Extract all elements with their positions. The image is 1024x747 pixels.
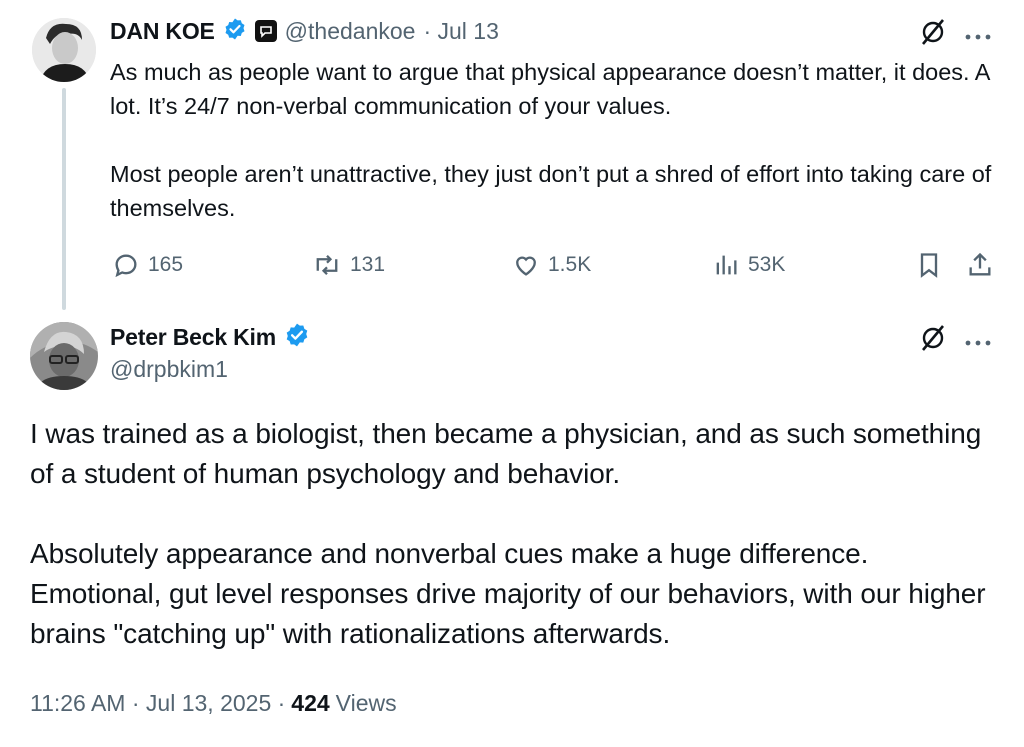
- tweet2-view-count: 424: [291, 690, 330, 716]
- tweet2-paragraph-2: Absolutely appearance and nonverbal cues…: [30, 538, 986, 649]
- thread-connector-line: [62, 88, 66, 310]
- views-icon: [716, 255, 737, 275]
- tweet2-author-name[interactable]: Peter Beck Kim: [110, 324, 276, 351]
- tweet1-text: As much as people want to argue that phy…: [110, 55, 1000, 225]
- dankoe-avatar[interactable]: [32, 18, 96, 82]
- tweet1-handle[interactable]: @thedankoe: [285, 18, 416, 45]
- verified-badge-icon: [223, 17, 247, 46]
- repost-icon: [316, 254, 338, 276]
- more-icon[interactable]: [962, 334, 994, 346]
- repost-button[interactable]: 131: [312, 250, 385, 280]
- tweet2-text: I was trained as a biologist, then becam…: [30, 414, 990, 654]
- tweet2-header: Peter Beck Kim: [110, 320, 310, 354]
- tweet1-author-name[interactable]: DAN KOE: [110, 18, 215, 45]
- like-button[interactable]: 1.5K: [512, 250, 591, 280]
- views-button[interactable]: 53K: [712, 250, 785, 280]
- affiliate-badge-icon[interactable]: [254, 20, 277, 42]
- peterbeckkim-avatar[interactable]: [30, 322, 98, 390]
- bookmark-icon[interactable]: [915, 251, 943, 279]
- share-icon[interactable]: [966, 251, 994, 279]
- tweet1-paragraph-1: As much as people want to argue that phy…: [110, 59, 990, 119]
- tweet2-footer: 11:26 AM · Jul 13, 2025 · 424 Views: [30, 690, 397, 717]
- tweet1-header: DAN KOE @thedankoe · Jul 13: [110, 14, 499, 48]
- verified-badge-icon: [284, 322, 310, 353]
- grok-icon[interactable]: [918, 323, 948, 353]
- reply-count: 165: [148, 253, 184, 276]
- reply-button[interactable]: 165: [112, 250, 183, 280]
- tweet2-paragraph-1: I was trained as a biologist, then becam…: [30, 418, 982, 489]
- tweet2-views-label: Views: [335, 690, 397, 716]
- tweet2-timestamp[interactable]: 11:26 AM · Jul 13, 2025 ·: [30, 690, 285, 717]
- repost-count: 131: [350, 253, 386, 276]
- like-count: 1.5K: [548, 253, 592, 276]
- tweet1-paragraph-2: Most people aren’t unattractive, they ju…: [110, 161, 992, 221]
- reply-icon: [115, 254, 137, 278]
- grok-icon[interactable]: [918, 17, 948, 47]
- more-icon[interactable]: [962, 28, 994, 40]
- tweet2-handle[interactable]: @drpbkim1: [110, 356, 228, 383]
- tweet1-date[interactable]: · Jul 13: [423, 18, 498, 45]
- views-count: 53K: [748, 253, 786, 276]
- like-icon: [516, 256, 536, 276]
